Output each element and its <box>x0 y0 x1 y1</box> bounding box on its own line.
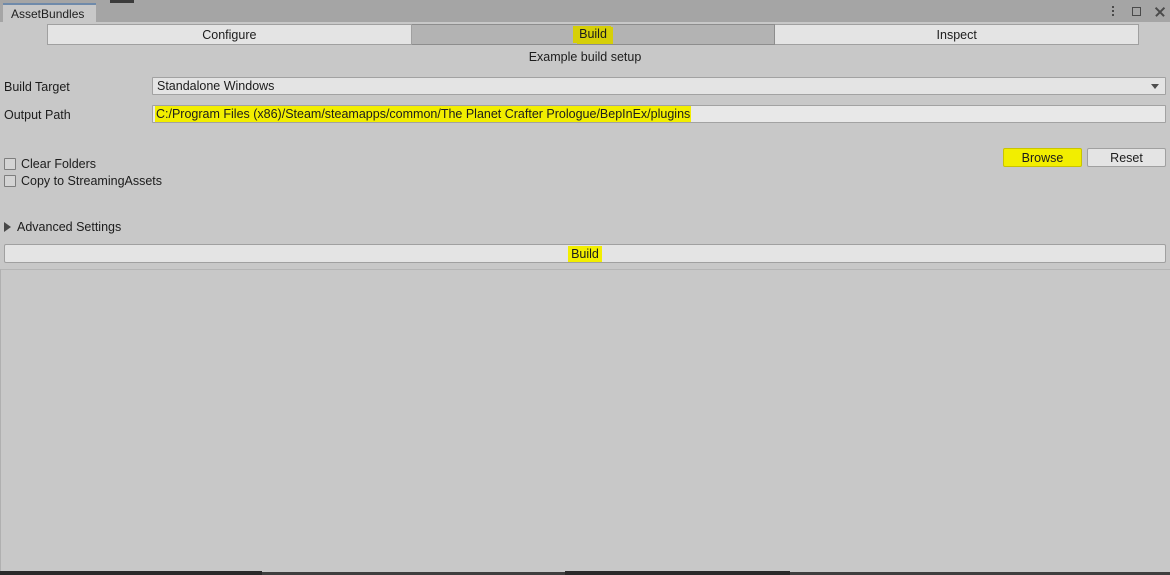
asset-bundles-window: AssetBundles Configure Build Inspect Exa… <box>0 0 1170 575</box>
tab-configure[interactable]: Configure <box>47 24 412 45</box>
build-target-row: Build Target Standalone Windows <box>0 77 1170 99</box>
browse-button-label: Browse <box>1021 150 1064 165</box>
output-path-row: Output Path C:/Program Files (x86)/Steam… <box>0 105 1170 127</box>
tab-build-label: Build <box>575 26 611 43</box>
copy-to-streamingassets-checkbox[interactable] <box>4 175 16 187</box>
copy-to-streamingassets-label: Copy to StreamingAssets <box>21 174 163 188</box>
window-tab-assetbundles[interactable]: AssetBundles <box>3 3 96 22</box>
window-titlebar: AssetBundles <box>0 0 1170 22</box>
build-output-panel <box>0 269 1170 572</box>
advanced-settings-label: Advanced Settings <box>17 220 122 234</box>
close-icon[interactable] <box>1152 4 1166 18</box>
reset-button[interactable]: Reset <box>1087 148 1166 167</box>
clear-folders-row[interactable]: Clear Folders <box>4 157 96 171</box>
build-setup-subtitle: Example build setup <box>528 50 642 64</box>
build-button-label: Build <box>569 246 601 261</box>
build-target-label: Build Target <box>4 80 70 94</box>
window-bottom-edge-left <box>0 571 262 575</box>
window-bottom-edge-mid <box>565 571 790 575</box>
output-path-label: Output Path <box>4 108 71 122</box>
browse-button[interactable]: Browse <box>1003 148 1082 167</box>
window-content: Configure Build Inspect Example build se… <box>0 22 1170 575</box>
copy-to-streamingassets-row[interactable]: Copy to StreamingAssets <box>4 174 162 188</box>
window-tab-label: AssetBundles <box>11 6 85 21</box>
tab-configure-label: Configure <box>202 27 257 42</box>
mode-toolbar: Configure Build Inspect <box>47 24 1140 45</box>
build-button[interactable]: Build <box>4 244 1166 263</box>
output-path-value: C:/Program Files (x86)/Steam/steamapps/c… <box>156 107 691 121</box>
reset-button-label: Reset <box>1110 150 1143 165</box>
clear-folders-checkbox[interactable] <box>4 158 16 170</box>
output-path-input[interactable]: C:/Program Files (x86)/Steam/steamapps/c… <box>152 105 1166 123</box>
chevron-down-icon <box>1151 84 1159 89</box>
window-top-notch <box>110 0 134 3</box>
advanced-settings-foldout[interactable]: Advanced Settings <box>4 220 121 234</box>
kebab-menu-icon[interactable] <box>1106 4 1120 18</box>
tab-build[interactable]: Build <box>411 24 776 45</box>
triangle-right-icon <box>4 222 11 232</box>
tab-inspect[interactable]: Inspect <box>775 24 1140 45</box>
build-target-dropdown[interactable]: Standalone Windows <box>152 77 1166 95</box>
path-actions: Browse Reset <box>1003 148 1166 167</box>
window-controls <box>1106 2 1166 20</box>
clear-folders-label: Clear Folders <box>21 157 97 171</box>
tab-inspect-label: Inspect <box>936 27 977 42</box>
maximize-icon[interactable] <box>1129 4 1143 18</box>
build-target-value: Standalone Windows <box>157 79 275 93</box>
